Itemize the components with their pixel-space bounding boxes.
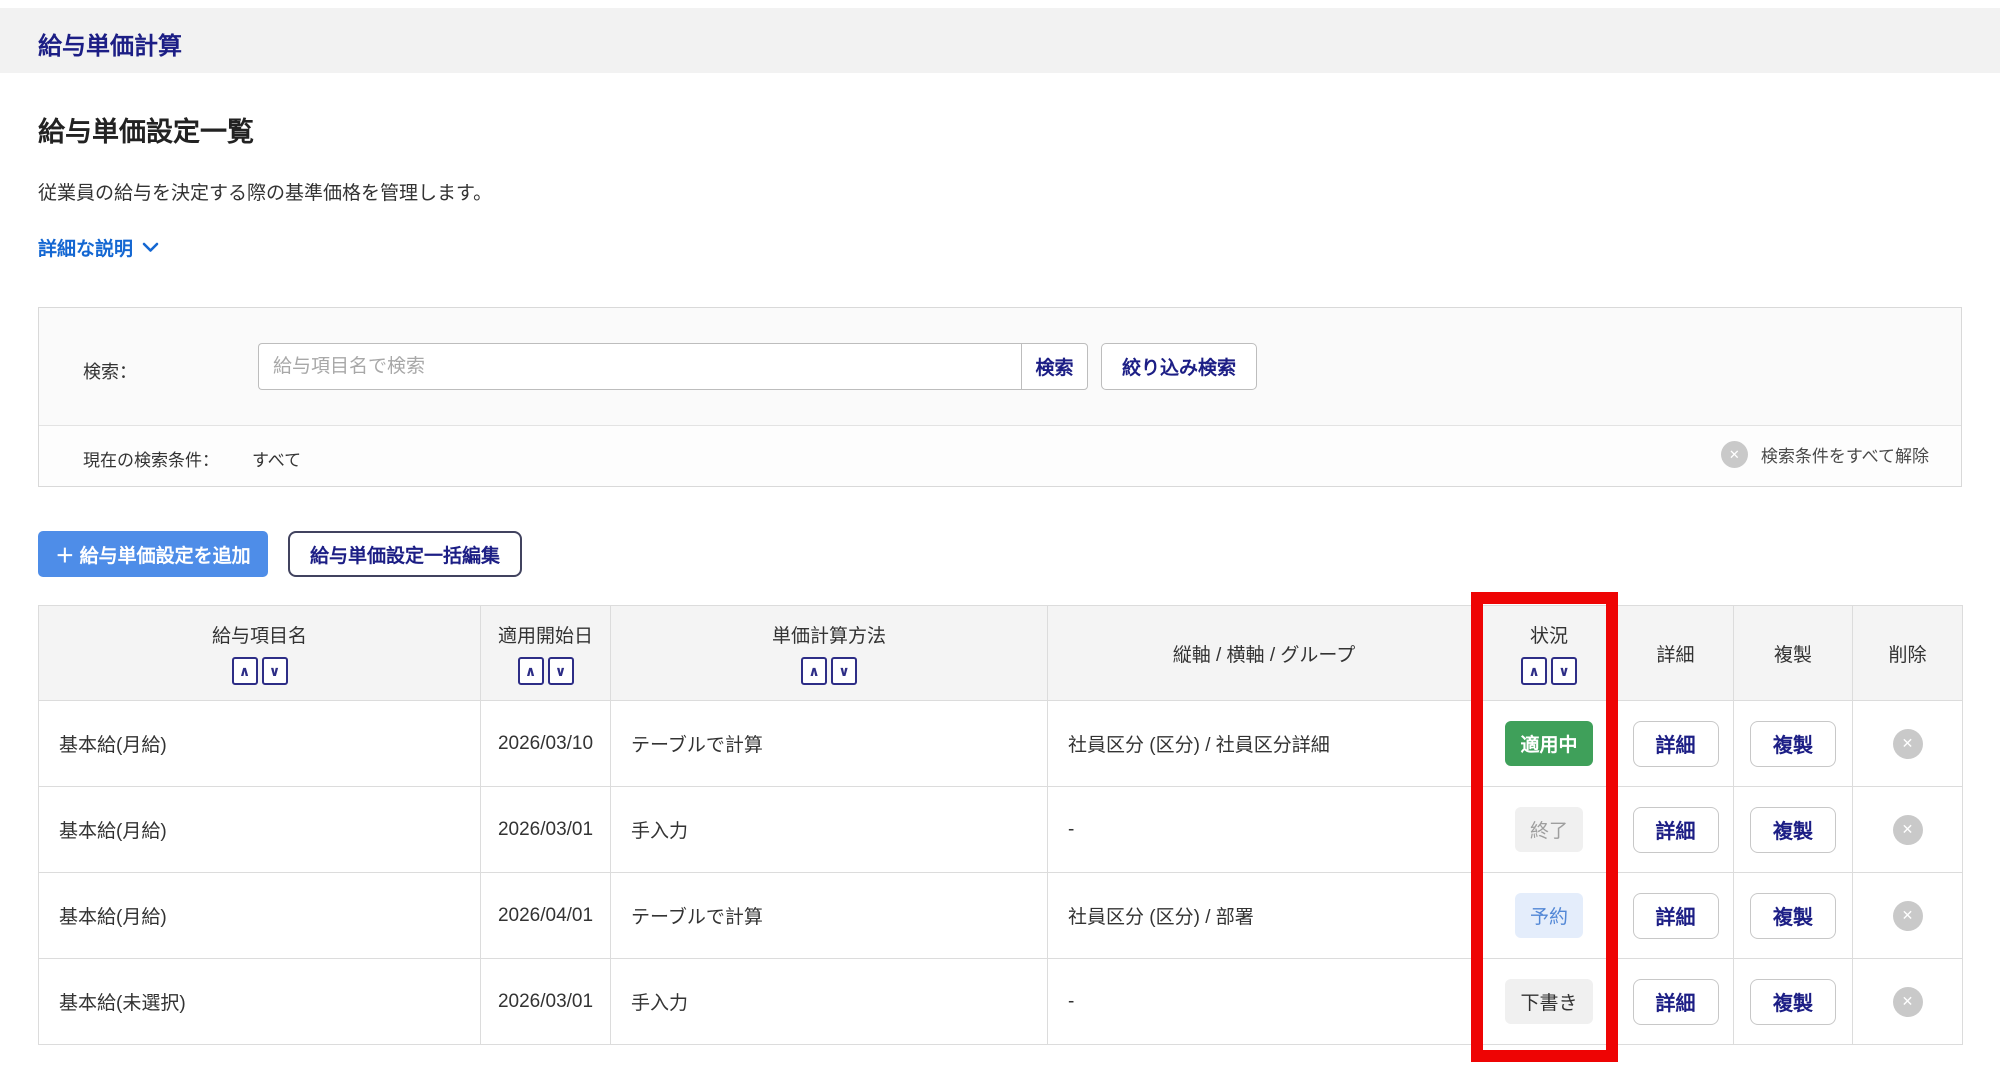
table-row: 基本給(月給) 2026/03/10 テーブルで計算 社員区分 (区分) / 社… (39, 701, 1963, 787)
header-salary-item-name: 給与項目名 ∧ ∨ (39, 606, 481, 701)
cell-start-date: 2026/03/10 (481, 701, 611, 787)
header-start-date: 適用開始日 ∧ ∨ (481, 606, 611, 701)
detail-button[interactable]: 詳細 (1633, 807, 1719, 853)
cell-axes: - (1048, 959, 1481, 1045)
sort-desc-button[interactable]: ∨ (1551, 657, 1577, 685)
cell-salary-item-name: 基本給(月給) (39, 787, 481, 873)
clear-search-label: 検索条件をすべて解除 (1761, 442, 1929, 467)
delete-icon[interactable]: ✕ (1893, 729, 1923, 759)
app-title: 給与単価計算 (38, 26, 182, 61)
status-badge: 適用中 (1505, 721, 1592, 766)
table-row: 基本給(未選択) 2026/03/01 手入力 - 下書き 詳細 複製 ✕ (39, 959, 1963, 1045)
status-badge: 予約 (1515, 893, 1583, 938)
cell-salary-item-name: 基本給(未選択) (39, 959, 481, 1045)
header-calc-method: 単価計算方法 ∧ ∨ (611, 606, 1048, 701)
table-header-row: 給与項目名 ∧ ∨ 適用開始日 ∧ ∨ 単価計算方法 ∧ ∨ (39, 606, 1963, 701)
app-bar: 給与単価計算 (0, 8, 2000, 73)
search-button[interactable]: 検索 (1021, 343, 1088, 390)
detailed-description-link[interactable]: 詳細な説明 (38, 234, 159, 261)
copy-button[interactable]: 複製 (1750, 807, 1836, 853)
page-description: 従業員の給与を決定する際の基準価格を管理します。 (38, 178, 492, 205)
sort-desc-button[interactable]: ∨ (548, 657, 574, 685)
delete-icon[interactable]: ✕ (1893, 987, 1923, 1017)
cell-calc-method: テーブルで計算 (611, 701, 1048, 787)
copy-button[interactable]: 複製 (1750, 979, 1836, 1025)
sort-asc-button[interactable]: ∧ (801, 657, 827, 685)
table-row: 基本給(月給) 2026/04/01 テーブルで計算 社員区分 (区分) / 部… (39, 873, 1963, 959)
header-copy: 複製 (1734, 606, 1853, 701)
cell-calc-method: テーブルで計算 (611, 873, 1048, 959)
current-conditions-label: 現在の検索条件： (83, 446, 219, 471)
cell-axes: - (1048, 787, 1481, 873)
sort-asc-button[interactable]: ∧ (232, 657, 258, 685)
filter-search-button[interactable]: 絞り込み検索 (1101, 343, 1257, 390)
cell-salary-item-name: 基本給(月給) (39, 701, 481, 787)
cell-calc-method: 手入力 (611, 787, 1048, 873)
clear-search-conditions[interactable]: ✕ 検索条件をすべて解除 (1721, 441, 1929, 468)
cell-start-date: 2026/04/01 (481, 873, 611, 959)
copy-button[interactable]: 複製 (1750, 721, 1836, 767)
table-row: 基本給(月給) 2026/03/01 手入力 - 終了 詳細 複製 ✕ (39, 787, 1963, 873)
detail-button[interactable]: 詳細 (1633, 721, 1719, 767)
clear-icon: ✕ (1721, 441, 1748, 468)
current-conditions-value: すべて (252, 446, 301, 471)
cell-start-date: 2026/03/01 (481, 959, 611, 1045)
cell-calc-method: 手入力 (611, 959, 1048, 1045)
salary-unit-settings-table: 給与項目名 ∧ ∨ 適用開始日 ∧ ∨ 単価計算方法 ∧ ∨ (38, 605, 1963, 1045)
sort-desc-button[interactable]: ∨ (831, 657, 857, 685)
chevron-down-icon (142, 237, 159, 259)
cell-axes: 社員区分 (区分) / 社員区分詳細 (1048, 701, 1481, 787)
header-delete: 削除 (1853, 606, 1963, 701)
header-axes: 縦軸 / 横軸 / グループ (1048, 606, 1481, 701)
sort-desc-button[interactable]: ∨ (262, 657, 288, 685)
page-title: 給与単価設定一覧 (38, 110, 254, 149)
sort-asc-button[interactable]: ∧ (1521, 657, 1547, 685)
cell-salary-item-name: 基本給(月給) (39, 873, 481, 959)
search-panel: 検索： 検索 絞り込み検索 現在の検索条件： すべて ✕ 検索条件をすべて解除 (38, 307, 1962, 487)
header-status: 状況 ∧ ∨ (1481, 606, 1618, 701)
delete-icon[interactable]: ✕ (1893, 901, 1923, 931)
status-badge: 下書き (1505, 979, 1592, 1024)
bulk-edit-button[interactable]: 給与単価設定一括編集 (288, 531, 522, 577)
detail-button[interactable]: 詳細 (1633, 979, 1719, 1025)
current-conditions-row: 現在の検索条件： すべて ✕ 検索条件をすべて解除 (39, 426, 1961, 487)
search-label: 検索： (83, 358, 137, 384)
detail-button[interactable]: 詳細 (1633, 893, 1719, 939)
search-row: 検索： 検索 絞り込み検索 (39, 308, 1961, 426)
add-salary-unit-setting-button[interactable]: ＋ 給与単価設定を追加 (38, 531, 268, 577)
detailed-description-label: 詳細な説明 (38, 234, 133, 261)
delete-icon[interactable]: ✕ (1893, 815, 1923, 845)
cell-start-date: 2026/03/01 (481, 787, 611, 873)
copy-button[interactable]: 複製 (1750, 893, 1836, 939)
cell-axes: 社員区分 (区分) / 部署 (1048, 873, 1481, 959)
status-badge: 終了 (1515, 807, 1583, 852)
search-input[interactable] (258, 343, 1021, 390)
header-detail: 詳細 (1618, 606, 1734, 701)
sort-asc-button[interactable]: ∧ (518, 657, 544, 685)
